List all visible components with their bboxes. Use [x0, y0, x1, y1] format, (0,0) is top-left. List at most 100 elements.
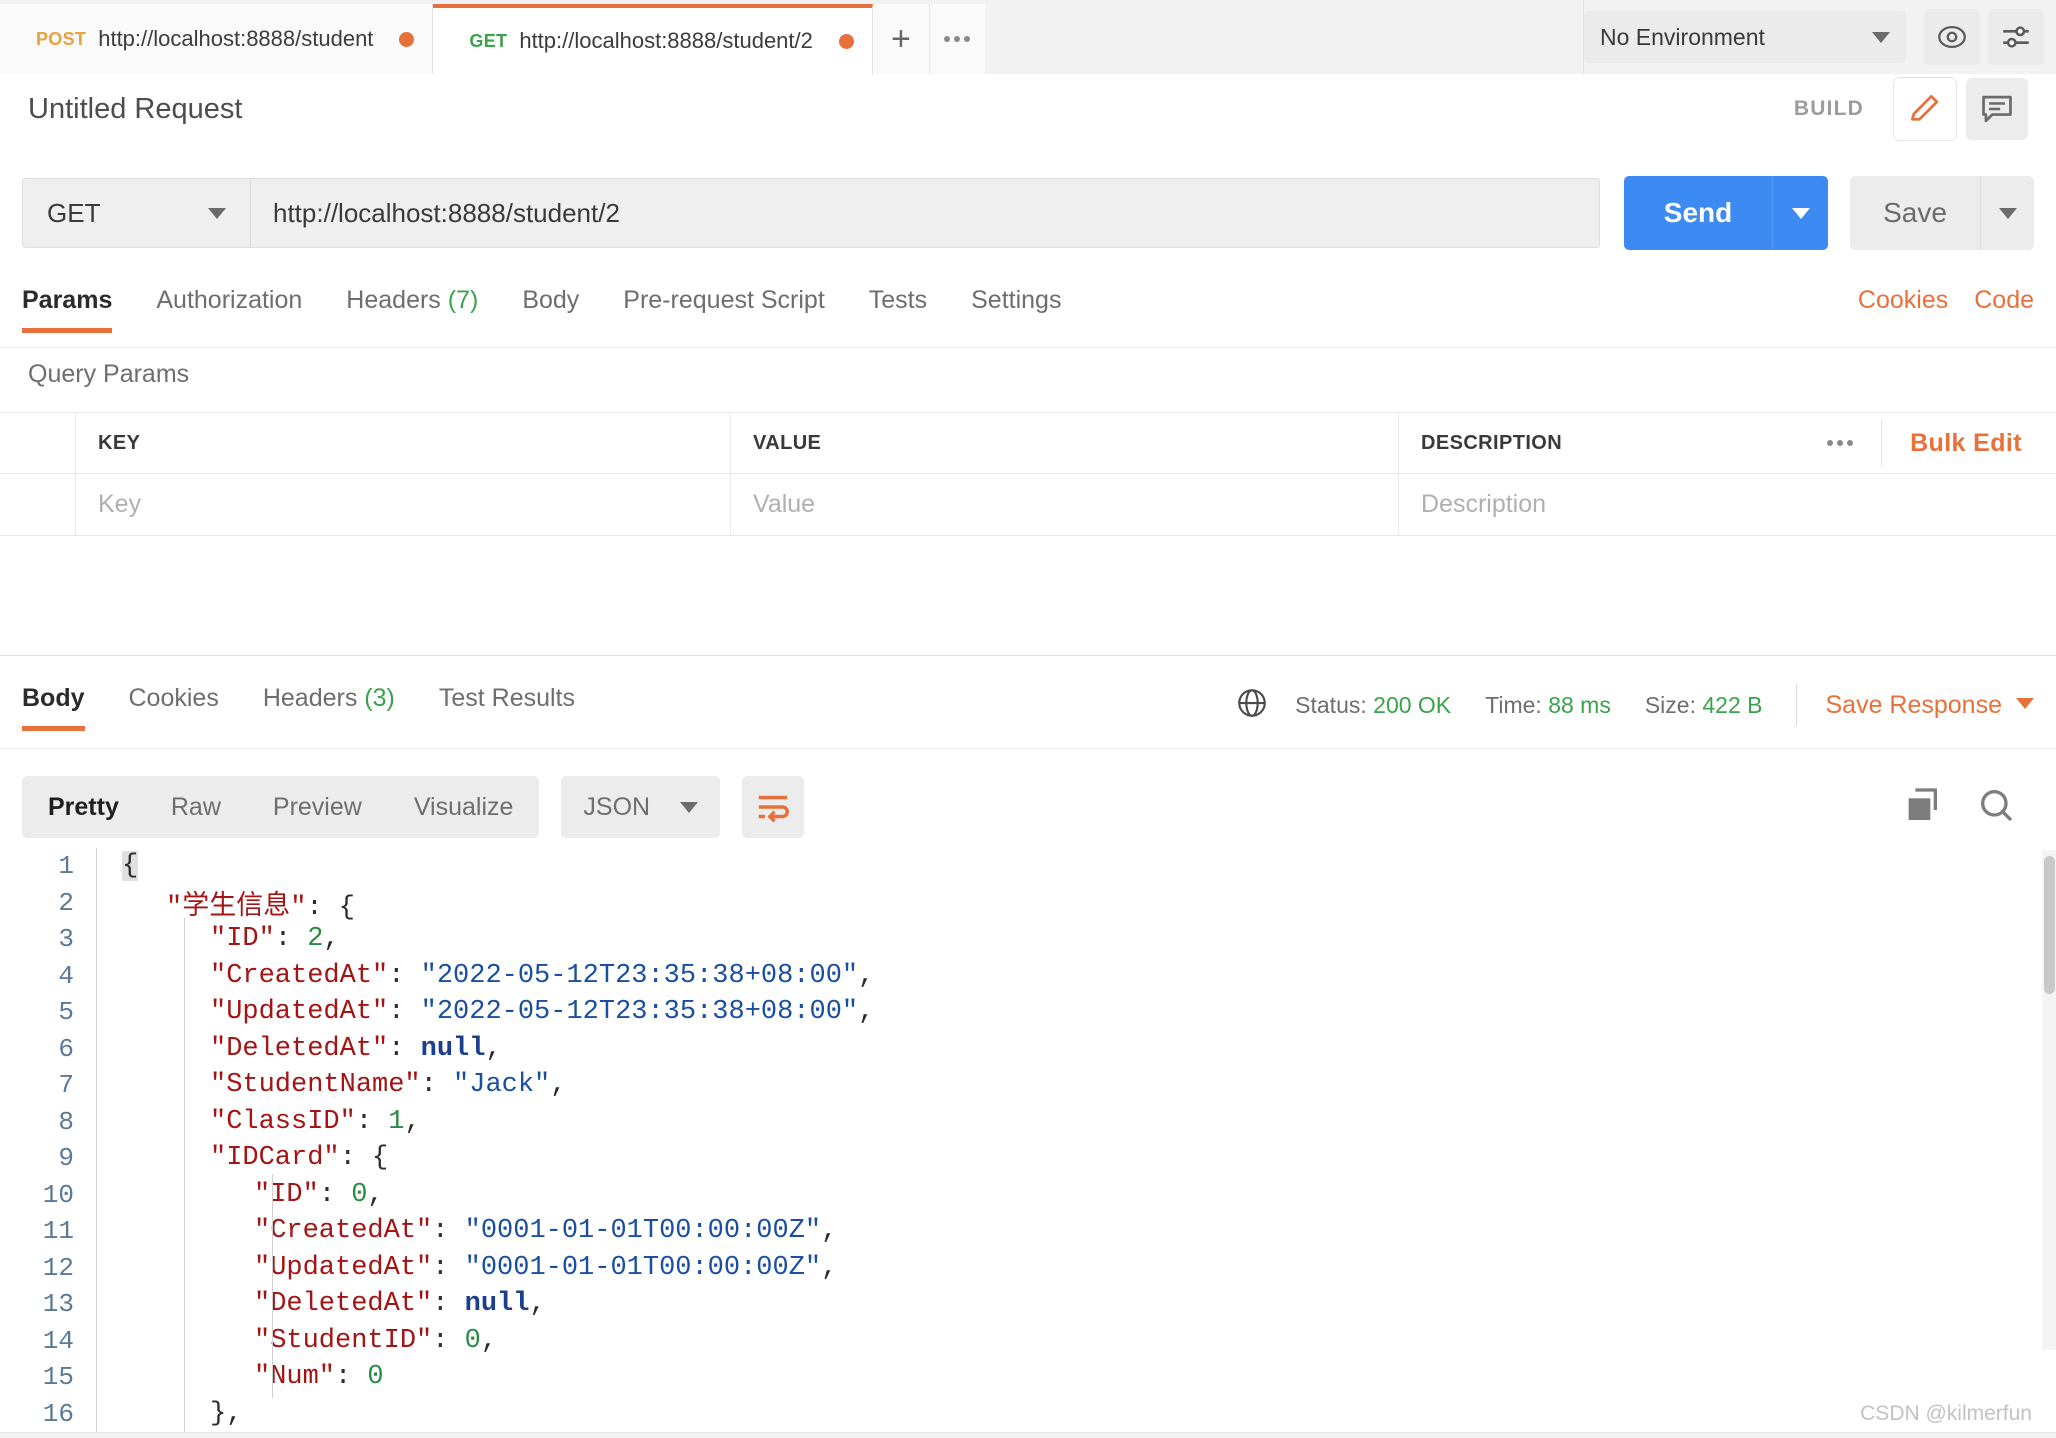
save-options-button[interactable] [1980, 176, 2034, 250]
code-token: , [323, 924, 340, 955]
word-wrap-button[interactable] [742, 776, 805, 838]
chevron-down-icon [1998, 207, 2017, 219]
response-tab-body[interactable]: Body [22, 684, 107, 731]
status-bar [0, 1432, 2056, 1438]
param-value-input[interactable]: Value [731, 474, 1399, 535]
tab-body[interactable]: Body [500, 286, 601, 333]
line-number: 13 [42, 1289, 74, 1320]
send-button[interactable]: Send [1624, 176, 1772, 250]
code-token: "DeletedAt" [210, 1033, 389, 1064]
tab-count-badge: (7) [447, 286, 479, 314]
tab-authorization[interactable]: Authorization [134, 286, 324, 333]
code-line-text: "UpdatedAt": "2022-05-12T23:35:38+08:00"… [96, 991, 874, 1034]
time-value: 88 ms [1548, 691, 1611, 718]
tab-url-label: http://localhost:8888/student [98, 26, 374, 51]
table-header-tools: Bulk Edit [1827, 420, 2034, 466]
code-token: "CreatedAt" [254, 1216, 433, 1247]
code-line: 1{ [0, 848, 2056, 888]
environment-quick-look-button[interactable] [1924, 9, 1980, 65]
line-number: 9 [58, 1143, 74, 1174]
tab-url-label: http://localhost:8888/student/2 [519, 28, 813, 53]
format-raw[interactable]: Raw [145, 776, 247, 838]
fold-guide [272, 1356, 273, 1399]
response-body-viewer[interactable]: 1{2 "学生信息": {3 "ID": 2, 4 "CreatedAt": "2022… [0, 848, 2056, 1438]
row-checkbox-cell[interactable] [0, 474, 76, 535]
save-response-button[interactable]: Save Response [1825, 691, 2002, 720]
column-header-value: VALUE [731, 413, 1399, 473]
time-label: Time: [1485, 691, 1542, 718]
pane-divider[interactable] [0, 655, 2056, 656]
param-key-input[interactable]: Key [76, 474, 731, 535]
request-tabs-links: Cookies Code [1858, 286, 2034, 315]
format-visualize[interactable]: Visualize [388, 776, 540, 838]
line-number: 2 [58, 887, 74, 918]
code-token: "Jack" [453, 1070, 551, 1101]
build-label: BUILD [1793, 97, 1864, 120]
size-value: 422 B [1702, 691, 1763, 718]
code-token: : [335, 1362, 368, 1393]
param-description-input[interactable]: Description [1399, 474, 2056, 535]
chevron-down-icon [680, 801, 699, 813]
environment-selector[interactable]: No Environment [1584, 11, 1906, 63]
network-info-button[interactable] [1235, 686, 1269, 725]
copy-to-clipboard-button[interactable] [1902, 785, 1942, 830]
request-tab-bar: POST http://localhost:8888/student GET h… [0, 0, 2056, 74]
code-line-text: "StudentID": 0, [96, 1319, 498, 1362]
cookies-link[interactable]: Cookies [1858, 286, 1948, 315]
format-segmented-control: Pretty Raw Preview Visualize [22, 776, 540, 838]
code-token: , [367, 1179, 384, 1210]
code-token: , [480, 1325, 498, 1356]
code-line-text: "学生信息": { [96, 876, 356, 929]
save-response-caret[interactable] [2016, 696, 2034, 714]
response-tab-cookies[interactable]: Cookies [107, 684, 241, 731]
settings-button[interactable] [1988, 9, 2044, 65]
line-number: 4 [58, 960, 74, 991]
code-line-text: "CreatedAt": "0001-01-01T00:00:00Z", [96, 1210, 837, 1253]
code-token: "0001-01-01T00:00:00Z" [464, 1216, 822, 1247]
tab-params[interactable]: Params [22, 286, 134, 333]
tab-tests[interactable]: Tests [847, 286, 949, 333]
tab-pre-request-script[interactable]: Pre-request Script [601, 286, 846, 333]
bulk-edit-button[interactable]: Bulk Edit [1910, 429, 2034, 458]
search-body-button[interactable] [1976, 785, 2016, 830]
save-button[interactable]: Save [1850, 176, 1980, 250]
code-token: "ID" [254, 1179, 319, 1210]
response-scrollbar-thumb[interactable] [2044, 856, 2055, 994]
edit-request-button[interactable] [1894, 78, 1956, 140]
format-pretty[interactable]: Pretty [22, 776, 145, 838]
code-token: "2022-05-12T23:35:38+08:00" [420, 997, 859, 1028]
code-line: 13 "DeletedAt": null, [0, 1283, 2056, 1326]
new-tab-button[interactable]: + [872, 4, 929, 74]
globe-icon [1238, 688, 1266, 717]
code-line: 10 "ID": 0, [0, 1173, 2056, 1216]
response-meta: Status: 200 OK Time: 88 ms Size: 422 B S… [1235, 684, 2034, 726]
request-tab-get-student-2[interactable]: GET http://localhost:8888/student/2 [433, 4, 873, 74]
request-tab-post-student[interactable]: POST http://localhost:8888/student [0, 4, 434, 74]
code-token: , [550, 1070, 567, 1101]
tab-options-button[interactable] [928, 4, 985, 74]
json-code-lines: 1{2 "学生信息": {3 "ID": 2, 4 "CreatedAt": "2022… [0, 848, 2056, 1435]
code-token: : [388, 960, 421, 991]
fold-guide [96, 1392, 97, 1435]
save-button-group: Save [1850, 176, 2034, 250]
more-horizontal-icon[interactable] [1827, 440, 1854, 446]
response-tab-test-results[interactable]: Test Results [417, 684, 597, 731]
response-tabs-underline [0, 748, 2056, 749]
word-wrap-icon [758, 795, 790, 823]
time-metric: Time: 88 ms [1485, 692, 1611, 719]
code-link[interactable]: Code [1974, 286, 2034, 315]
tab-label: Tests [868, 286, 928, 314]
code-token: : { [306, 892, 356, 923]
code-token: : [388, 997, 421, 1028]
format-preview[interactable]: Preview [247, 776, 388, 838]
response-tab-headers[interactable]: Headers (3) [241, 684, 417, 731]
http-method-selector[interactable]: GET [22, 178, 250, 248]
tab-headers[interactable]: Headers (7) [324, 286, 500, 333]
http-method-value: GET [47, 197, 101, 228]
send-options-button[interactable] [1772, 176, 1828, 250]
response-language-selector[interactable]: JSON [561, 776, 721, 838]
comments-button[interactable] [1966, 78, 2028, 140]
url-input[interactable]: http://localhost:8888/student/2 [250, 178, 1600, 248]
tab-settings[interactable]: Settings [949, 286, 1083, 333]
chevron-down-icon [1872, 31, 1890, 43]
